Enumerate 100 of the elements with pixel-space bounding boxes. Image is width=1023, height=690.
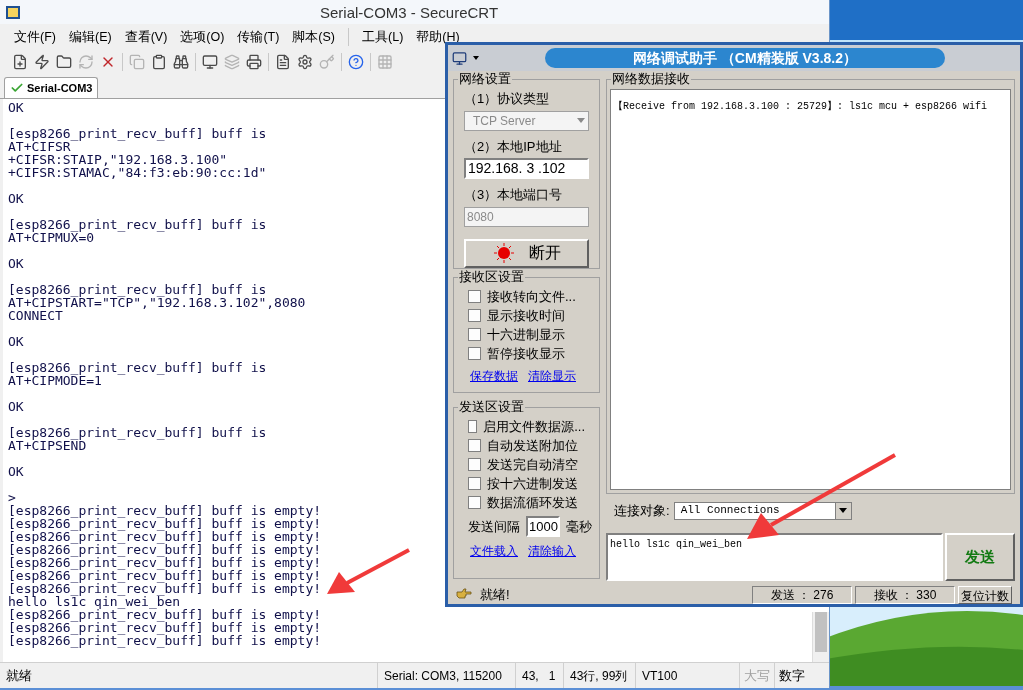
checkbox-label: 数据流循环发送 [487,494,578,512]
terminal-line: [esp8266_print_recv_buff] buff is empty! [8,530,322,543]
terminal-line: AT+CIFSR [8,140,71,153]
field-label: 连接对象: [614,501,670,520]
checkbox[interactable] [468,496,481,510]
menu-item[interactable]: 选项(O) [180,27,225,47]
terminal-line: [esp8266_print_recv_buff] buff is [8,361,267,374]
interval-field[interactable]: 1000 [526,516,560,538]
link[interactable]: 清除显示 [528,367,576,385]
status-message: 就绪! [480,585,510,604]
sent-counter: 发送 ： 276 [752,586,852,604]
checkbox[interactable] [468,328,481,341]
network-icon [452,50,467,66]
terminal-line: [esp8266_print_recv_buff] buff is empty! [8,504,322,517]
checkbox-label: 显示接收时间 [487,306,565,325]
clipboard-icon[interactable] [151,54,167,70]
field-label: （3）本地端口号 [464,186,564,204]
status-cell: Serial: COM3, 115200 [377,663,515,688]
terminal-line: AT+CIPMODE=1 [8,374,102,387]
terminal-line: OK [8,101,24,114]
folder-icon[interactable] [56,54,72,70]
menu-item[interactable]: 编辑(E) [68,27,112,47]
lightning-icon[interactable] [34,54,50,70]
help-icon[interactable] [348,54,364,70]
group-legend: 网络设置 [458,71,512,87]
terminal-line: AT+CIPSTART="TCP","192.168.3.102",8080 [8,296,306,309]
terminal-line: OK [8,257,24,270]
ip-field[interactable]: 192.168. 3 .102 [464,158,589,179]
terminal-line: OK [8,465,24,478]
received-counter: 接收 ： 330 [855,586,955,604]
connection-select[interactable]: All Connections [673,501,852,520]
field-label: （1）协议类型 [464,90,551,108]
terminal-line: OK [8,400,24,413]
link[interactable]: 文件载入 [470,542,518,561]
caret-icon [577,118,585,123]
checkbox[interactable] [468,477,481,491]
session-tab[interactable]: Serial-COM3 [4,77,99,98]
checkbox[interactable] [468,347,481,360]
menu-item[interactable]: 文件(F) [14,27,56,47]
link[interactable]: 清除输入 [528,542,576,561]
disconnect-button[interactable]: 断开 [464,238,589,268]
indicator-light-icon [492,242,515,265]
reset-counter-button[interactable]: 复位计数 [958,586,1012,604]
group-legend: 发送区设置 [458,399,525,416]
terminal-line: AT+CIPMUX=0 [8,231,95,244]
check-icon [10,81,24,95]
checkbox-label: 十六进制显示 [487,325,565,344]
status-message: 就绪 [6,666,33,685]
checkbox[interactable] [468,290,481,303]
terminal-line: +CIFSR:STAMAC,"84:f3:eb:90:cc:1d" [8,166,267,179]
terminal-line: [esp8266_print_recv_buff] buff is empty! [8,569,322,582]
monitor-icon[interactable] [202,54,218,70]
checkbox-label: 按十六进制发送 [487,475,578,493]
send-button[interactable]: 发送 [945,533,1015,581]
checkbox-label: 发送完自动清空 [487,456,578,474]
settings-icon[interactable] [297,54,313,70]
status-cell: VT100 [635,663,739,688]
terminal-line: [esp8266_print_recv_buff] buff is empty! [8,634,322,647]
terminal-line: CONNECT [8,309,63,322]
menu-item[interactable]: 查看(V) [124,27,168,47]
printer-icon[interactable] [246,54,262,70]
terminal-line: > [8,491,16,504]
unit-label: 毫秒 [566,518,592,536]
menu-item[interactable]: 脚本(S) [292,27,335,47]
checkbox-label: 自动发送附加位 [487,437,578,455]
terminal-line: [esp8266_print_recv_buff] buff is empty! [8,543,322,556]
caret-icon [473,56,479,60]
group-legend: 接收区设置 [458,269,525,285]
checkbox[interactable] [468,420,478,434]
status-indicator: 数字 [774,663,809,688]
group-legend: 网络数据接收 [611,71,691,87]
checkbox[interactable] [468,309,481,322]
received-text: 【Receive from 192.168.3.100 : 25729】: ls1c mcu + esp8266 wifi [613,101,988,112]
terminal-line: +CIFSR:STAIP,"192.168.3.100" [8,153,228,166]
document-icon[interactable] [275,54,291,70]
checkbox-label: 启用文件数据源... [483,418,585,436]
window-title: Serial-COM3 - SecureCRT [320,3,499,23]
terminal-line: OK [8,335,24,348]
terminal-line: [esp8266_print_recv_buff] buff is empty! [8,582,322,595]
menu-item[interactable]: 工具(L) [362,27,404,47]
field-label: （2）本地IP地址 [464,137,563,156]
app-icon [6,5,20,19]
checkbox[interactable] [468,439,481,453]
link[interactable]: 保存数据 [470,367,518,385]
window-title: 网络调试助手 （CM精装版 V3.8.2） [633,48,857,68]
terminal-line: [esp8266_print_recv_buff] buff is [8,426,267,439]
terminal-line: [esp8266_print_recv_buff] buff is [8,283,267,296]
terminal-line: [esp8266_print_recv_buff] buff is empty! [8,608,322,621]
checkbox-label: 暂停接收显示 [487,344,565,363]
status-cell: 43, 1 [515,663,563,688]
checkbox[interactable] [468,458,481,472]
new-file-icon[interactable] [12,54,28,70]
status-indicator: 大写 [739,663,774,688]
send-input[interactable]: hello ls1c qin_wei_ben [606,533,943,581]
terminal-line: [esp8266_print_recv_buff] buff is empty! [8,621,322,634]
binoculars-icon[interactable] [173,54,189,70]
terminal-line: OK [8,192,24,205]
status-cell: 43行, 99列 [563,663,635,688]
menu-item[interactable]: 传输(T) [237,27,280,47]
pointing-hand-icon [456,588,472,601]
